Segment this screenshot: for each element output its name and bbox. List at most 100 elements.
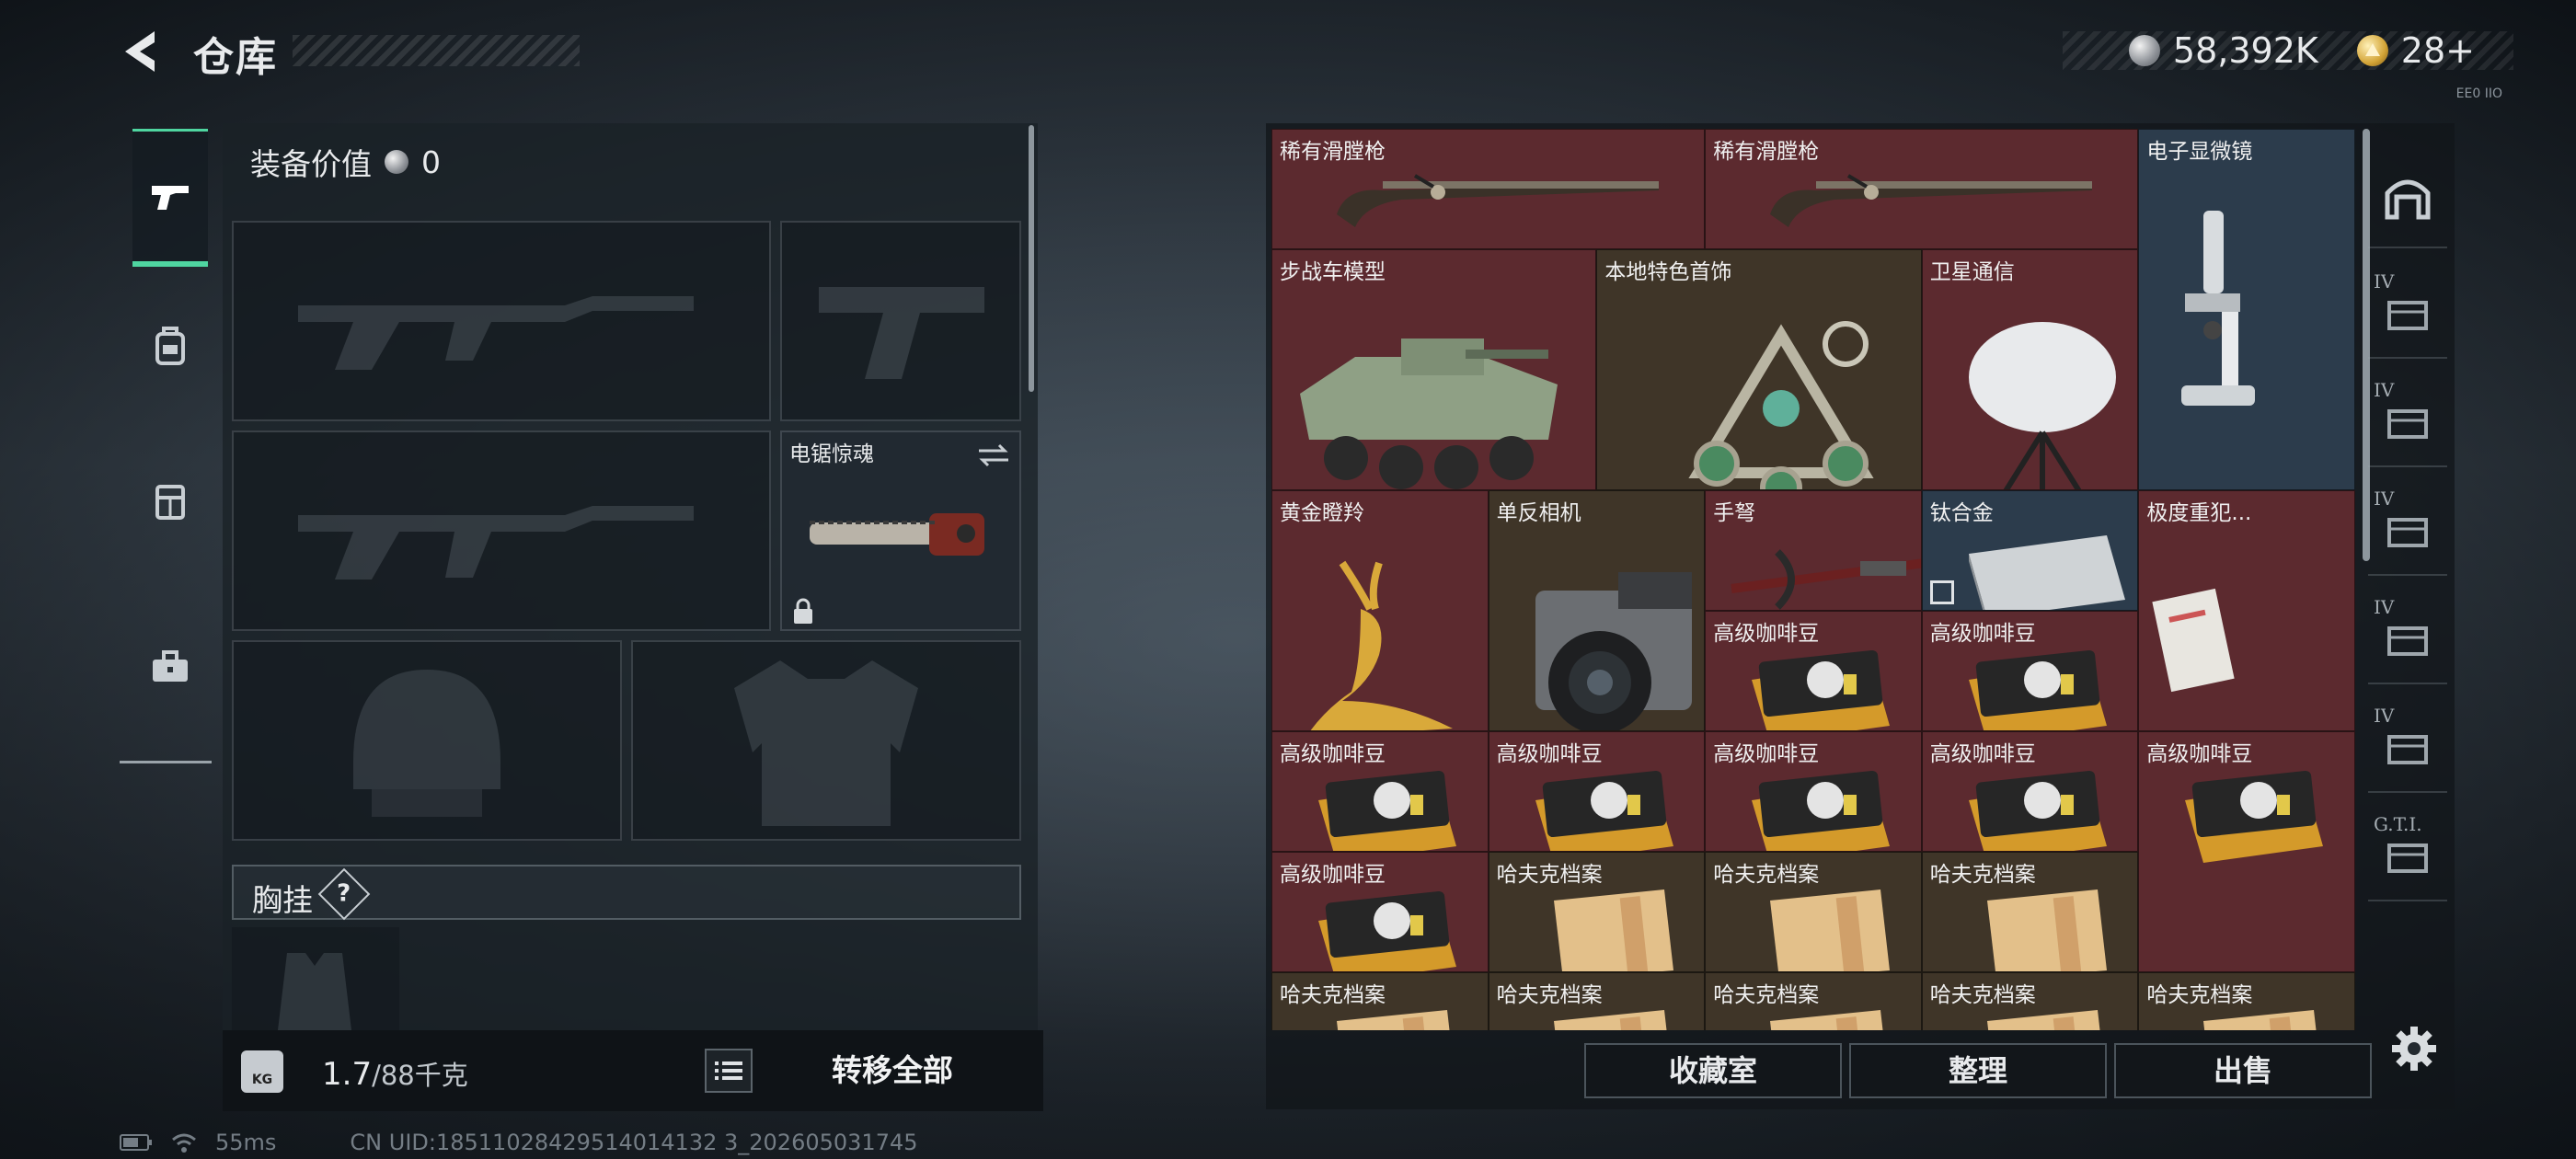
stash-item[interactable]: 黄金瞪羚 (1271, 490, 1489, 731)
category-weapons[interactable] (132, 129, 208, 267)
pistol-silhouette-icon (819, 287, 984, 379)
sort-button[interactable]: 整理 (1849, 1043, 2107, 1098)
side-tab-tag: G.T.I. (2374, 813, 2422, 835)
stash-item[interactable]: 高级咖啡豆 (2138, 731, 2355, 972)
silver-coin-icon (2128, 35, 2160, 66)
rifle-silhouette-icon (298, 296, 694, 370)
bound-item-icon (1929, 580, 1954, 604)
side-tab-5[interactable]: IV (2368, 692, 2447, 793)
chest-rig-silhouette-icon (278, 953, 351, 1030)
stash-item[interactable]: 高级咖啡豆 (1705, 611, 1922, 731)
stash-item-name: 稀有滑膛枪 (1713, 140, 1820, 164)
transfer-all-button[interactable]: 转移全部 (791, 1043, 994, 1098)
stash-item-name: 高级咖啡豆 (1713, 622, 1820, 646)
weight-limit: /88千克 (372, 1060, 468, 1091)
stash-item-name: 高级咖啡豆 (1496, 742, 1603, 766)
gold-balance[interactable]: 28+ (2401, 30, 2475, 71)
silver-balance: 58,392K (2172, 30, 2318, 71)
stash-item[interactable]: 手弩 (1705, 490, 1922, 611)
stash-item[interactable]: 哈夫克档案 (1271, 972, 1489, 1030)
stash-item[interactable]: 高级咖啡豆 (1271, 852, 1489, 972)
stash-item[interactable]: 高级咖啡豆 (1271, 731, 1489, 852)
side-tab-home[interactable] (2368, 147, 2447, 248)
silver-coin-icon (385, 150, 408, 174)
sell-button[interactable]: 出售 (2114, 1043, 2372, 1098)
stash-item[interactable]: 哈夫克档案 (2138, 972, 2355, 1030)
side-tab-3[interactable]: IV (2368, 475, 2447, 576)
stash-item[interactable]: 高级咖啡豆 (1705, 731, 1922, 852)
top-bar: 仓库 58,392K 28+ EE0 IIO (0, 0, 2576, 110)
equip-value-label: 装备价值 (250, 146, 372, 182)
stash-item-name: 手弩 (1713, 501, 1756, 525)
stash-item[interactable]: 哈夫克档案 (1921, 972, 2139, 1030)
stash-item[interactable]: 高级咖啡豆 (1921, 731, 2139, 852)
title-decoration (293, 35, 580, 66)
stash-item-name: 哈夫克档案 (1713, 983, 1820, 1007)
stash-item[interactable]: 卫星通信 (1921, 249, 2139, 490)
gear-icon[interactable] (2388, 1023, 2440, 1074)
primary-weapon-slot[interactable] (232, 221, 771, 421)
back-arrow-icon[interactable] (118, 26, 169, 77)
side-tab-1[interactable]: IV (2368, 258, 2447, 359)
stash-item[interactable]: 电子显微镜 (2138, 129, 2355, 490)
side-tab-tag: IV (2374, 379, 2395, 401)
stash-item[interactable]: 钛合金 (1921, 490, 2139, 611)
stash-item[interactable]: 稀有滑膛枪 (1271, 129, 1706, 249)
category-toolbox[interactable] (132, 598, 208, 736)
stash-item-name: 钛合金 (1929, 501, 1994, 525)
side-tab-6[interactable]: G.T.I. (2368, 800, 2447, 901)
loadout-scrollbar[interactable] (1029, 125, 1034, 392)
stash-item[interactable]: 高级咖啡豆 (1488, 731, 1706, 852)
stash-item[interactable]: 高级咖啡豆 (1921, 611, 2139, 731)
stash-item-name: 单反相机 (1496, 501, 1581, 525)
stash-item[interactable]: 单反相机 (1488, 490, 1706, 731)
stash-item[interactable]: 哈夫克档案 (1921, 852, 2139, 972)
equip-value: 装备价值 0 (250, 140, 441, 184)
stash-item-name: 卫星通信 (1929, 260, 2015, 284)
stash-item[interactable]: 哈夫克档案 (1705, 852, 1922, 972)
stash-item-name: 极度重犯... (2146, 501, 2252, 525)
wifi-icon (172, 1133, 196, 1153)
stash-item-name: 黄金瞪羚 (1280, 501, 1364, 525)
stash-item-name: 哈夫克档案 (1713, 863, 1820, 887)
swap-icon[interactable] (975, 442, 1012, 469)
body-armor-slot[interactable] (631, 640, 1021, 841)
collection-room-button[interactable]: 收藏室 (1584, 1043, 1842, 1098)
lock-icon (794, 598, 812, 624)
help-icon: ? (337, 880, 351, 908)
list-icon (715, 1061, 742, 1080)
side-tab-2[interactable]: IV (2368, 366, 2447, 467)
melee-slot[interactable]: 电锯惊魂 (780, 430, 1021, 631)
weight-current: 1.7 (322, 1056, 373, 1093)
helmet-slot[interactable] (232, 640, 622, 841)
storage-box-icon (2384, 834, 2432, 878)
storage-box-icon (2384, 617, 2432, 661)
equip-value-amount: 0 (421, 143, 441, 180)
secondary-weapon-slot[interactable] (232, 430, 771, 631)
list-view-button[interactable] (705, 1049, 753, 1093)
chest-rig-help-button[interactable]: ? (317, 867, 371, 921)
stash-item-name: 哈夫克档案 (1929, 863, 2036, 887)
stash-item[interactable]: 哈夫克档案 (1705, 972, 1922, 1030)
stash-item-name: 哈夫克档案 (2146, 983, 2253, 1007)
storage-box-icon (2384, 726, 2432, 770)
category-backpack[interactable] (132, 276, 208, 414)
stash-item[interactable]: 步战车模型 (1271, 249, 1597, 490)
sidearm-slot[interactable] (780, 221, 1021, 421)
category-chest-rig[interactable] (132, 432, 208, 570)
page-title: 仓库 (193, 34, 278, 81)
category-rail (120, 120, 212, 763)
stash-item[interactable]: 哈夫克档案 (1488, 972, 1706, 1030)
stash-item-name: 步战车模型 (1280, 260, 1386, 284)
gold-coin-icon (2356, 35, 2388, 66)
stash-item[interactable]: 稀有滑膛枪 (1705, 129, 2139, 249)
melee-slot-name: 电锯惊魂 (789, 442, 874, 466)
currency-bar: 58,392K 28+ (2128, 30, 2475, 71)
stash-item[interactable]: 本地特色首饰 (1596, 249, 1922, 490)
storage-box-icon (2384, 400, 2432, 444)
side-tab-4[interactable]: IV (2368, 583, 2447, 684)
stash-item[interactable]: 极度重犯... (2138, 490, 2355, 731)
chest-rig-slot[interactable] (232, 927, 399, 1030)
side-tab-tag: IV (2374, 488, 2395, 510)
stash-item[interactable]: 哈夫克档案 (1488, 852, 1706, 972)
